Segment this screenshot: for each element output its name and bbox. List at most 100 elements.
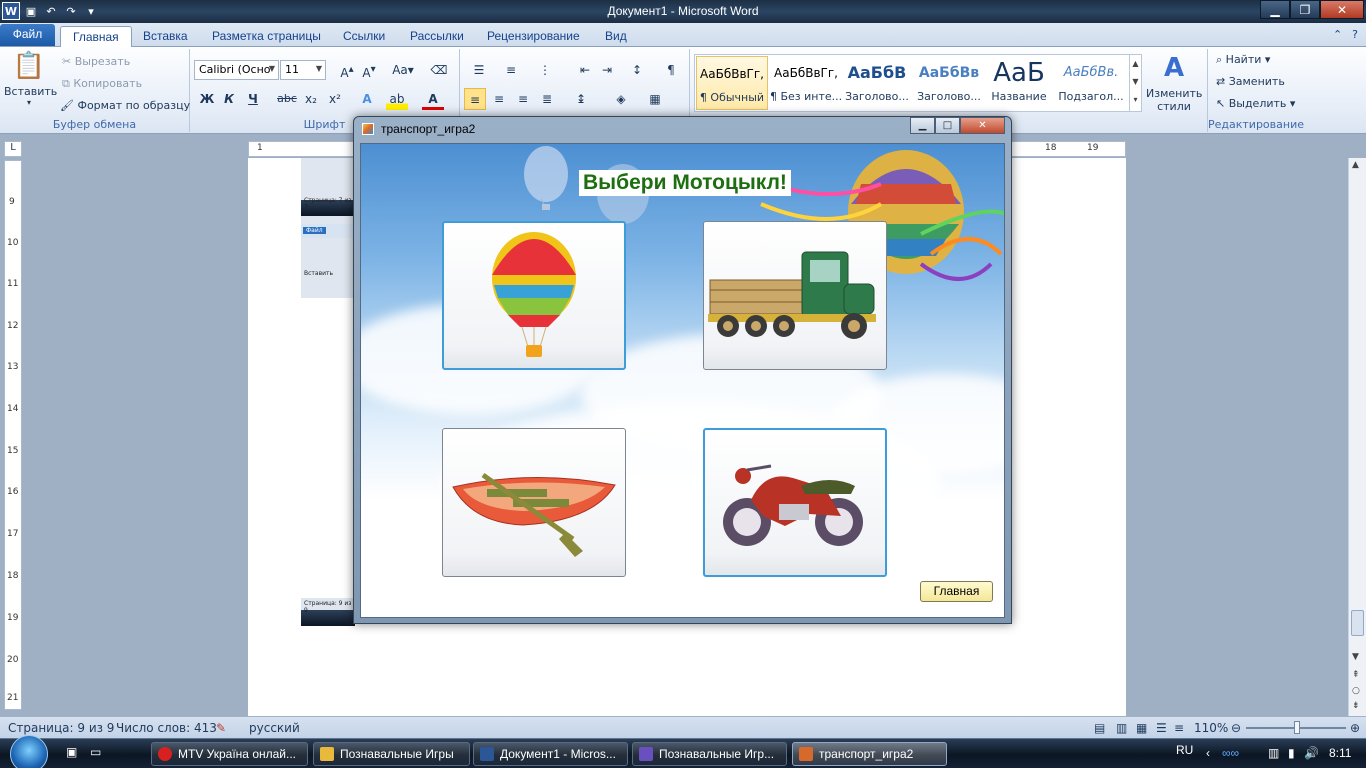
- zoom-out-icon[interactable]: ⊖: [1231, 721, 1241, 735]
- zoom-level[interactable]: 110%: [1194, 721, 1228, 735]
- quick-launch-icon[interactable]: ▭: [90, 745, 101, 759]
- style-heading-1[interactable]: АаБбВ Заголово...: [841, 56, 913, 110]
- web-layout-icon[interactable]: ▦: [1136, 721, 1147, 735]
- prev-page-icon[interactable]: ⇞: [1352, 670, 1360, 680]
- strikethrough-button[interactable]: abc: [276, 88, 298, 110]
- help-icon[interactable]: ?: [1352, 28, 1358, 41]
- change-case-button[interactable]: Aa▾: [390, 59, 416, 81]
- tab-insert[interactable]: Вставка: [131, 26, 200, 47]
- taskbar-item-word[interactable]: Документ1 - Micros...: [473, 742, 628, 766]
- tab-file[interactable]: Файл: [0, 24, 55, 46]
- start-button[interactable]: [10, 735, 48, 768]
- input-language[interactable]: RU: [1176, 743, 1193, 757]
- choice-rowing-boat[interactable]: [442, 428, 626, 577]
- underline-button[interactable]: Ч: [242, 88, 264, 110]
- scroll-down-icon[interactable]: ▼: [1352, 652, 1359, 662]
- print-layout-icon[interactable]: ▤: [1094, 721, 1105, 735]
- taskbar-item-folder[interactable]: Познавальные Игры: [313, 742, 470, 766]
- styles-scroll[interactable]: ▲ ▼ ▾: [1129, 55, 1141, 111]
- game-window-titlebar[interactable]: транспорт_игра2 ▁ □ ✕: [354, 117, 1011, 141]
- browse-object-icon[interactable]: ○: [1352, 686, 1360, 696]
- taskbar-item-game[interactable]: транспорт_игра2: [792, 742, 947, 766]
- bold-button[interactable]: Ж: [196, 88, 218, 110]
- game-minimize-button[interactable]: ▁: [910, 117, 935, 134]
- scrollbar-thumb[interactable]: [1351, 610, 1364, 636]
- align-center-icon[interactable]: ≡: [488, 88, 510, 110]
- paste-button[interactable]: 📋 Вставить ▾: [4, 51, 57, 107]
- numbering-icon[interactable]: ≡: [500, 59, 522, 81]
- select-button[interactable]: ↖ Выделить ▾: [1216, 97, 1295, 110]
- justify-icon[interactable]: ≣: [536, 88, 558, 110]
- draft-icon[interactable]: ≡: [1174, 721, 1184, 735]
- show-desktop-icon[interactable]: ▣: [66, 745, 77, 759]
- style-heading-2[interactable]: АаБбВв Заголово...: [913, 56, 985, 110]
- tab-references[interactable]: Ссылки: [331, 26, 397, 47]
- show-marks-icon[interactable]: ¶: [660, 59, 682, 81]
- word-count[interactable]: Число слов: 413: [116, 721, 217, 735]
- page-count[interactable]: Страница: 9 из 9: [8, 721, 114, 735]
- choice-truck[interactable]: [703, 221, 887, 370]
- format-painter-button[interactable]: 🖌 Формат по образцу: [60, 99, 190, 112]
- volume-icon[interactable]: 🔊: [1304, 746, 1319, 760]
- superscript-icon[interactable]: x²: [324, 88, 346, 110]
- tab-mailings[interactable]: Рассылки: [398, 26, 476, 47]
- subscript-icon[interactable]: x₂: [300, 88, 322, 110]
- game-close-button[interactable]: ✕: [960, 117, 1005, 134]
- align-right-icon[interactable]: ≡: [512, 88, 534, 110]
- find-button[interactable]: ⌕ Найти ▾: [1216, 53, 1270, 67]
- language-indicator[interactable]: русский: [249, 721, 300, 735]
- grow-font-icon[interactable]: A▴: [336, 59, 358, 81]
- tab-page-layout[interactable]: Разметка страницы: [200, 26, 333, 47]
- style-title[interactable]: АаБ Название: [983, 56, 1055, 110]
- sort-icon[interactable]: ↕: [626, 59, 648, 81]
- game-maximize-button[interactable]: □: [935, 117, 960, 134]
- shrink-font-icon[interactable]: A▾: [358, 59, 380, 81]
- font-name-combo[interactable]: Calibri (Осно ▼: [194, 60, 279, 80]
- copy-button[interactable]: ⧉ Копировать: [62, 77, 142, 91]
- zoom-slider[interactable]: [1246, 721, 1346, 734]
- shading-icon[interactable]: ◈: [610, 88, 632, 110]
- scroll-up-icon[interactable]: ▲: [1352, 160, 1359, 170]
- close-button[interactable]: ✕: [1320, 0, 1364, 19]
- reading-layout-icon[interactable]: ▥: [1116, 721, 1127, 735]
- tab-review[interactable]: Рецензирование: [475, 26, 592, 47]
- tray-app-icon[interactable]: ∞∞: [1222, 746, 1239, 760]
- line-spacing-icon[interactable]: ↨: [570, 88, 592, 110]
- taskbar-item-opera[interactable]: MTV Україна онлай...: [151, 742, 308, 766]
- tab-home[interactable]: Главная: [60, 26, 132, 47]
- decrease-indent-icon[interactable]: ⇤: [574, 59, 596, 81]
- font-size-combo[interactable]: 11 ▼: [280, 60, 326, 80]
- tab-view[interactable]: Вид: [593, 26, 639, 47]
- network-icon[interactable]: ▥: [1268, 746, 1279, 760]
- italic-button[interactable]: К: [218, 88, 240, 110]
- taskbar-item-visual-studio[interactable]: Познавальные Игр...: [632, 742, 787, 766]
- choice-motorcycle[interactable]: [703, 428, 887, 577]
- zoom-in-icon[interactable]: ⊕: [1350, 721, 1360, 735]
- cut-button[interactable]: ✂ Вырезать: [62, 55, 130, 68]
- align-left-icon[interactable]: ≡: [464, 88, 486, 110]
- home-button[interactable]: Главная: [920, 581, 993, 602]
- clock[interactable]: 8:11: [1329, 746, 1351, 760]
- style-no-spacing[interactable]: АаБбВвГг, ¶ Без инте...: [770, 56, 842, 110]
- vertical-scrollbar[interactable]: ▲ ▼ ⇞ ○ ⇟: [1348, 158, 1366, 716]
- font-color-icon[interactable]: A: [422, 88, 444, 110]
- zoom-slider-knob[interactable]: [1294, 721, 1300, 734]
- clear-formatting-icon[interactable]: ⌫: [428, 59, 450, 81]
- power-icon[interactable]: ▮: [1288, 746, 1295, 760]
- outline-icon[interactable]: ☰: [1156, 721, 1167, 735]
- choice-hot-air-balloon[interactable]: [442, 221, 626, 370]
- text-effects-icon[interactable]: A: [356, 88, 378, 110]
- spellcheck-icon[interactable]: ✎: [216, 721, 226, 735]
- style-subtitle[interactable]: АаБбВв. Подзагол...: [1055, 56, 1127, 110]
- change-styles-button[interactable]: A Изменить стили: [1146, 53, 1202, 113]
- next-page-icon[interactable]: ⇟: [1352, 701, 1360, 711]
- paste-dropdown-icon[interactable]: ▾: [4, 98, 54, 107]
- multilevel-list-icon[interactable]: ⋮: [534, 59, 556, 81]
- replace-button[interactable]: ⇄ Заменить: [1216, 75, 1285, 88]
- maximize-button[interactable]: ❐: [1290, 0, 1320, 19]
- tab-selector[interactable]: L: [4, 141, 22, 157]
- minimize-button[interactable]: ▁: [1260, 0, 1290, 19]
- vertical-ruler[interactable]: 9 10 11 12 13 14 15 16 17 18 19 20 21: [4, 160, 22, 710]
- minimize-ribbon-icon[interactable]: ⌃: [1333, 28, 1342, 41]
- style-normal[interactable]: АаБбВвГг, ¶ Обычный: [696, 56, 768, 110]
